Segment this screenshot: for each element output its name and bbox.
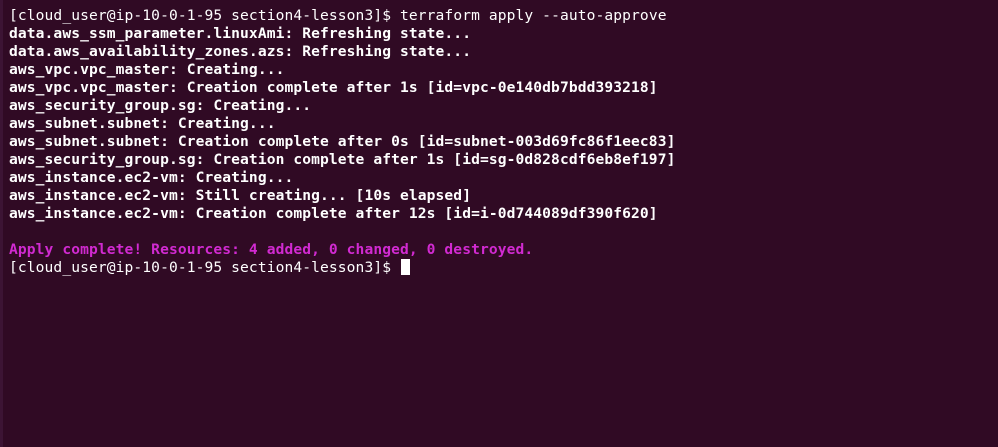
- output-line: aws_vpc.vpc_master: Creation complete af…: [9, 79, 658, 96]
- command-text: terraform apply --auto-approve: [400, 7, 667, 24]
- output-line: data.aws_availability_zones.azs: Refresh…: [9, 43, 472, 60]
- terminal-window[interactable]: [cloud_user@ip-10-0-1-95 section4-lesson…: [0, 0, 998, 447]
- output-line: aws_security_group.sg: Creation complete…: [9, 151, 676, 168]
- window-edge: [0, 0, 3, 447]
- output-line: aws_subnet.subnet: Creation complete aft…: [9, 133, 676, 150]
- output-line: aws_security_group.sg: Creating...: [9, 97, 312, 114]
- final-prompt-line[interactable]: [cloud_user@ip-10-0-1-95 section4-lesson…: [9, 259, 998, 277]
- text-cursor: [401, 259, 410, 275]
- command-line: [cloud_user@ip-10-0-1-95 section4-lesson…: [9, 7, 998, 25]
- apply-summary: Apply complete! Resources: 4 added, 0 ch…: [9, 241, 534, 258]
- output-line: aws_instance.ec2-vm: Creating...: [9, 169, 294, 186]
- output-line: data.aws_ssm_parameter.linuxAmi: Refresh…: [9, 25, 472, 42]
- shell-prompt: [cloud_user@ip-10-0-1-95 section4-lesson…: [9, 7, 400, 24]
- output-line: aws_instance.ec2-vm: Creation complete a…: [9, 205, 658, 222]
- shell-prompt: [cloud_user@ip-10-0-1-95 section4-lesson…: [9, 259, 400, 276]
- output-line: aws_vpc.vpc_master: Creating...: [9, 61, 285, 78]
- output-line: aws_subnet.subnet: Creating...: [9, 115, 276, 132]
- output-line: aws_instance.ec2-vm: Still creating... […: [9, 187, 472, 204]
